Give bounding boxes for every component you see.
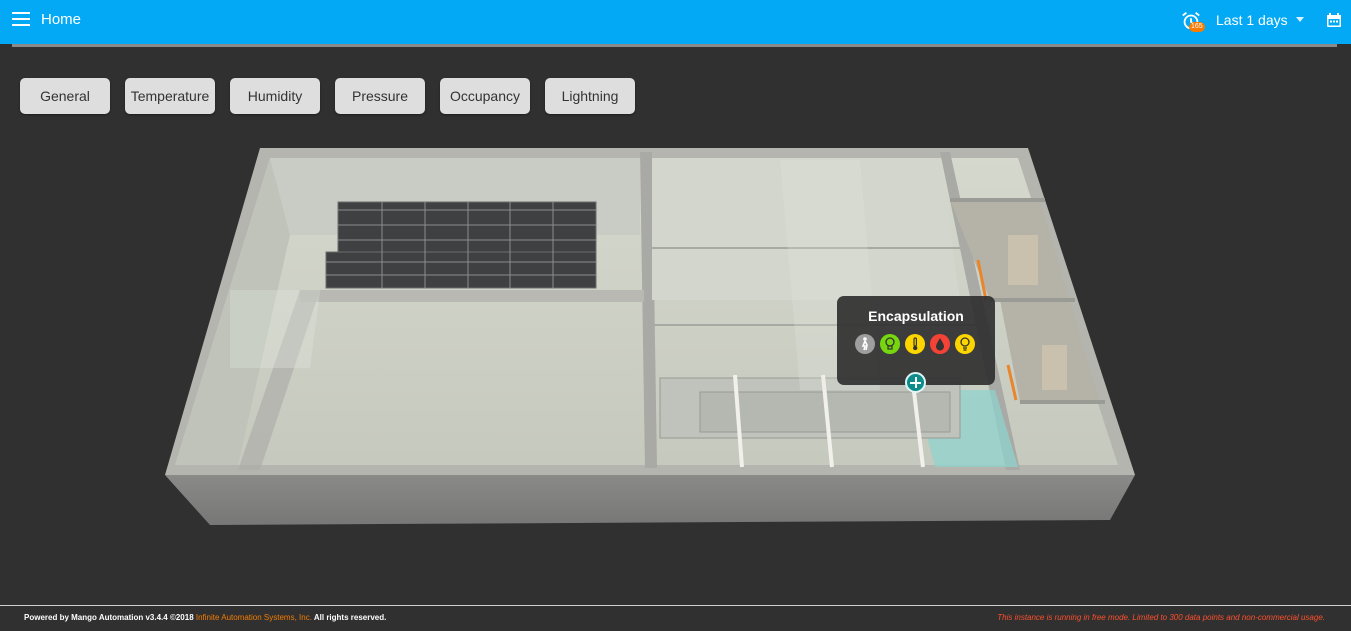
alarm-count-badge[interactable]: 165 bbox=[1189, 22, 1205, 32]
footer-divider bbox=[0, 605, 1351, 606]
free-mode-notice: This instance is running in free mode. L… bbox=[997, 613, 1325, 622]
filter-temperature-button[interactable]: Temperature bbox=[125, 78, 215, 114]
time-period-select[interactable]: Last 1 days bbox=[1216, 12, 1288, 28]
temperature-icon[interactable] bbox=[905, 334, 925, 354]
company-link[interactable]: Infinite Automation Systems, Inc. bbox=[196, 613, 312, 622]
chevron-down-icon[interactable] bbox=[1296, 17, 1304, 22]
popup-title: Encapsulation bbox=[868, 308, 964, 324]
header-divider bbox=[12, 44, 1337, 47]
footer-powered-text: Powered by Mango Automation v3.4.4 ©2018 bbox=[24, 613, 194, 622]
humidity-icon[interactable] bbox=[930, 334, 950, 354]
filter-general-button[interactable]: General bbox=[20, 78, 110, 114]
occupancy-icon[interactable] bbox=[855, 334, 875, 354]
page-title: Home bbox=[41, 11, 82, 28]
filter-occupancy-button[interactable]: Occupancy bbox=[440, 78, 530, 114]
add-point-icon[interactable] bbox=[905, 372, 926, 393]
top-app-bar: Home 165 Last 1 days bbox=[0, 0, 1351, 44]
filter-lightning-button[interactable]: Lightning bbox=[545, 78, 635, 114]
floor-plan-3d bbox=[165, 148, 1135, 525]
bulb-icon[interactable] bbox=[955, 334, 975, 354]
filter-pressure-button[interactable]: Pressure bbox=[335, 78, 425, 114]
menu-icon[interactable] bbox=[12, 12, 30, 26]
lighting-icon[interactable] bbox=[880, 334, 900, 354]
footer-credits: Powered by Mango Automation v3.4.4 ©2018… bbox=[24, 613, 386, 622]
calendar-icon[interactable] bbox=[1326, 12, 1342, 28]
filter-humidity-button[interactable]: Humidity bbox=[230, 78, 320, 114]
footer-rights-text: All rights reserved. bbox=[313, 613, 387, 622]
